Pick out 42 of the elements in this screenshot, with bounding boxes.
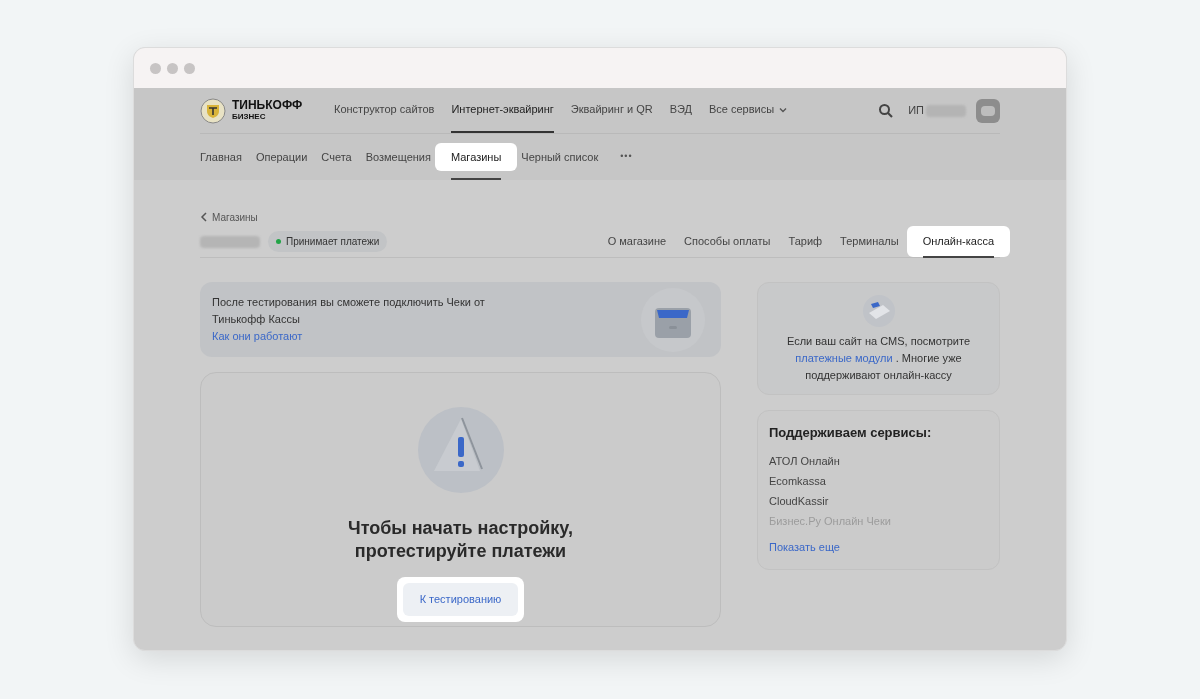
service-name: Ecomkassa bbox=[769, 473, 827, 489]
store-tab[interactable]: Онлайн-касса bbox=[906, 226, 1010, 257]
cms-text: Если ваш сайт на CMS, посмотрите платежные модули . Многие уже поддерживают онлайн-кассу bbox=[785, 334, 972, 383]
shield-logo-icon bbox=[200, 97, 226, 124]
account-prefix: ИП bbox=[908, 103, 924, 119]
top-nav-link[interactable]: Конструктор сайтов bbox=[334, 88, 435, 133]
store-tab[interactable]: О магазине bbox=[607, 233, 667, 250]
logo-subtitle: БИЗНЕС bbox=[232, 110, 267, 122]
empty-state-title: протестируйте платежи bbox=[354, 540, 567, 563]
window-control-icon[interactable] bbox=[184, 62, 195, 74]
empty-state-title: Чтобы начать настройку, bbox=[348, 517, 573, 540]
services-title: Поддерживаем сервисы: bbox=[769, 424, 933, 442]
search-icon[interactable] bbox=[878, 102, 895, 119]
breadcrumb-link[interactable]: Магазины bbox=[212, 209, 258, 225]
sub-nav-link[interactable]: Счета bbox=[321, 148, 352, 166]
start-testing-button[interactable]: К тестированию bbox=[402, 583, 519, 616]
logo-title: ТИНЬКОФФ bbox=[232, 99, 303, 111]
top-nav-link[interactable]: Все сервисы bbox=[709, 88, 789, 133]
service-name: АТОЛ Онлайн bbox=[769, 453, 841, 469]
more-button[interactable]: ••• bbox=[620, 150, 633, 164]
banner-text: После тестирования вы сможете подключить Чеки от Тинькофф Кассы bbox=[212, 295, 486, 327]
sub-nav-link[interactable]: Черный список bbox=[521, 148, 599, 166]
store-tab[interactable]: Тариф bbox=[788, 233, 823, 250]
window-control-icon[interactable] bbox=[167, 62, 178, 74]
payment-modules-link[interactable]: платежные модули bbox=[795, 352, 893, 364]
top-nav-link[interactable]: Интернет-эквайринг bbox=[451, 88, 554, 133]
window-control-icon[interactable] bbox=[150, 62, 161, 74]
sub-nav-link[interactable]: Операции bbox=[255, 148, 308, 166]
sub-nav-link[interactable]: Магазины bbox=[434, 142, 518, 172]
status-label: Принимает платежи bbox=[286, 235, 380, 249]
top-nav-link[interactable]: Эквайринг и QR bbox=[570, 88, 653, 133]
store-tab[interactable]: Терминалы bbox=[840, 233, 899, 250]
warning-icon bbox=[417, 407, 504, 493]
store-tab[interactable]: Способы оплаты bbox=[684, 233, 771, 250]
banner-link[interactable]: Как они работают bbox=[212, 328, 502, 345]
show-more-link[interactable]: Показать еще bbox=[769, 538, 988, 555]
chevron-left-icon[interactable] bbox=[200, 212, 208, 222]
blurred-store-name bbox=[200, 235, 260, 248]
service-name: CloudKassir bbox=[769, 493, 830, 509]
sub-nav-link[interactable]: Возмещения bbox=[365, 148, 431, 166]
top-nav-link[interactable]: ВЭД bbox=[669, 88, 692, 133]
sub-nav-link[interactable]: Главная bbox=[200, 148, 242, 166]
